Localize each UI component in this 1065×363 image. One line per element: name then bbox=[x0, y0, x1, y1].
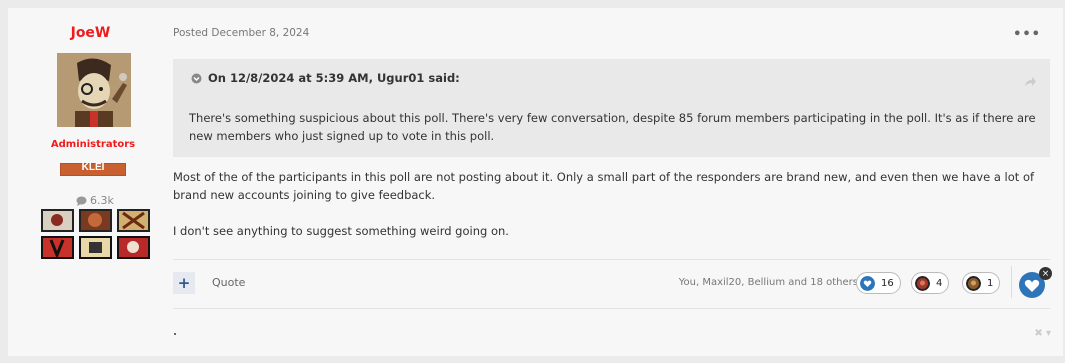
reputation: 6.3k bbox=[76, 194, 114, 207]
divider bbox=[173, 259, 1050, 260]
multiquote-button[interactable]: + bbox=[173, 272, 195, 294]
signature-dot bbox=[174, 333, 176, 335]
author-panel: JoeW Administrators KLEI 6.3k bbox=[8, 8, 163, 356]
group-badge: KLEI bbox=[60, 161, 126, 176]
heart-count: 16 bbox=[881, 277, 894, 289]
post-paragraph-2: I don't see anything to suggest somethin… bbox=[173, 224, 509, 238]
badge-1-icon[interactable] bbox=[41, 209, 74, 232]
collapse-icon[interactable] bbox=[191, 73, 202, 84]
achievement-badges bbox=[41, 209, 150, 259]
quote-button[interactable]: Quote bbox=[212, 276, 245, 289]
reaction-pill-red[interactable]: 4 bbox=[911, 272, 950, 294]
more-options-button[interactable]: ••• bbox=[1013, 27, 1041, 42]
reputation-count: 6.3k bbox=[90, 194, 114, 207]
group-badge-text: KLEI bbox=[81, 162, 105, 173]
quote-citation: On 12/8/2024 at 5:39 AM, Ugur01 said: bbox=[208, 71, 460, 85]
reaction-pill-bronze[interactable]: 1 bbox=[962, 272, 1001, 294]
post-date[interactable]: Posted December 8, 2024 bbox=[173, 27, 309, 39]
badge-4-icon[interactable] bbox=[41, 236, 74, 259]
reaction-pill-heart[interactable]: 16 bbox=[856, 272, 901, 294]
quote-header[interactable]: On 12/8/2024 at 5:39 AM, Ugur01 said: bbox=[191, 71, 460, 85]
red-reaction-icon bbox=[915, 275, 930, 291]
reactors-text[interactable]: You, Maxil20, Bellium and 18 others bbox=[679, 277, 858, 288]
author-name[interactable]: JoeW bbox=[8, 25, 173, 41]
post-paragraph-1: Most of the of the participants in this … bbox=[173, 170, 1035, 202]
remove-reaction-icon[interactable]: × bbox=[1039, 267, 1052, 280]
red-count: 4 bbox=[936, 277, 943, 289]
post-content: Most of the of the participants in this … bbox=[173, 168, 1043, 258]
quoted-post: On 12/8/2024 at 5:39 AM, Ugur01 said: Th… bbox=[173, 59, 1050, 157]
quote-jump-icon[interactable] bbox=[1024, 72, 1036, 91]
quote-body: There's something suspicious about this … bbox=[189, 111, 1036, 143]
bronze-count: 1 bbox=[987, 277, 994, 289]
badge-5-icon[interactable] bbox=[79, 236, 112, 259]
signature-controls[interactable]: ✖ ▾ bbox=[1034, 328, 1051, 339]
avatar-icon bbox=[57, 53, 131, 127]
avatar[interactable] bbox=[57, 53, 131, 127]
bronze-reaction-icon bbox=[966, 275, 981, 291]
author-group: Administrators bbox=[50, 139, 136, 150]
comment-icon bbox=[76, 196, 87, 206]
badge-2-icon[interactable] bbox=[79, 209, 112, 232]
badge-3-icon[interactable] bbox=[117, 209, 150, 232]
badge-6-icon[interactable] bbox=[117, 236, 150, 259]
heart-reaction-icon bbox=[860, 275, 875, 291]
forum-post: JoeW Administrators KLEI 6.3k Posted Dec… bbox=[8, 8, 1063, 356]
reaction-separator bbox=[1011, 266, 1012, 298]
divider bbox=[173, 308, 1050, 309]
